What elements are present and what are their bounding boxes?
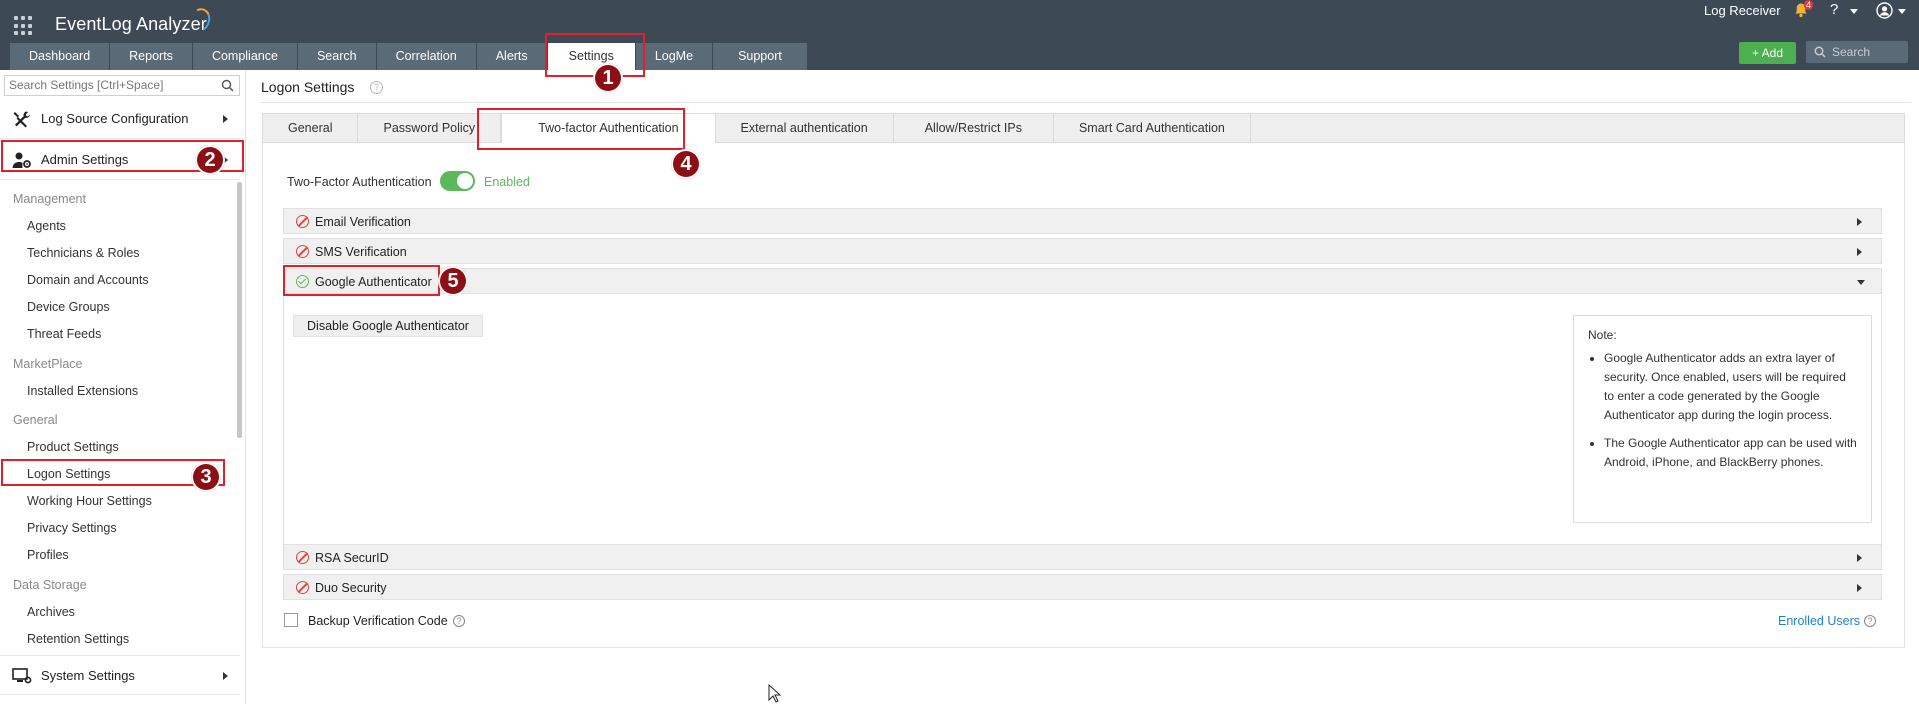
nav-tab-search[interactable]: Search [297,43,376,70]
sidebar-group-marketplace: MarketPlace [13,357,83,371]
nav-tab-correlation[interactable]: Correlation [376,43,476,70]
sidebar-item-threat-feeds[interactable]: Threat Feeds [27,327,101,341]
sidebar-item-agents[interactable]: Agents [27,219,66,233]
disable-google-authenticator-button[interactable]: Disable Google Authenticator [293,315,483,337]
chevron-down-icon [1857,280,1865,285]
nav-tab-reports[interactable]: Reports [110,43,192,70]
sidebar-item-device-groups[interactable]: Device Groups [27,300,110,314]
main-nav: Dashboard Reports Compliance Search Corr… [10,43,808,70]
step-marker-3: 3 [191,462,221,492]
search-icon [221,79,234,92]
help-icon[interactable]: ? [1830,1,1838,18]
sidebar-group-general: General [13,413,58,427]
nav-tab-alerts[interactable]: Alerts [476,43,547,70]
settings-search-placeholder: Search Settings [Ctrl+Space] [9,78,164,92]
sidebar-section-system[interactable]: System Settings [0,655,240,695]
note-item: Google Authenticator adds an extra layer… [1604,349,1857,425]
nav-tab-logme[interactable]: LogMe [635,43,713,70]
nav-tab-support[interactable]: Support [713,43,807,70]
highlight-two-factor-tab [477,108,685,150]
note-list: Google Authenticator adds an extra layer… [1604,349,1857,472]
method-rsa-securid[interactable]: RSA SecurID [283,544,1882,570]
method-email-verification[interactable]: Email Verification [283,208,1882,234]
nav-tab-dashboard[interactable]: Dashboard [10,43,110,70]
sidebar-scrollbar[interactable] [237,182,242,438]
sidebar-item-privacy[interactable]: Privacy Settings [27,521,117,535]
global-search-placeholder: Search [1832,45,1871,59]
chevron-right-icon [1857,248,1862,256]
sidebar-group-management: Management [13,192,86,206]
settings-search-input[interactable]: Search Settings [Ctrl+Space] [4,75,240,96]
nav-tab-compliance[interactable]: Compliance [192,43,297,70]
help-icon[interactable]: ? [1864,615,1876,627]
note-title: Note: [1588,328,1617,342]
enrolled-users-link[interactable]: Enrolled Users [1778,614,1860,628]
sidebar-item-archives[interactable]: Archives [27,605,75,619]
chevron-right-icon [223,115,228,123]
tools-icon [13,111,30,128]
help-icon[interactable]: ? [453,615,465,627]
sidebar-section-label: System Settings [41,668,135,683]
page-title: Logon Settings [261,79,355,95]
step-marker-4: 4 [671,149,701,179]
sidebar-section-label: Log Source Configuration [41,111,189,126]
backup-verification-label: Backup Verification Code [308,614,448,628]
step-marker-2: 2 [195,145,225,175]
sidebar-item-domain[interactable]: Domain and Accounts [27,273,149,287]
two-factor-toggle[interactable] [440,171,475,191]
chevron-right-icon [1857,218,1862,226]
note-item: The Google Authenticator app can be used… [1604,434,1857,472]
disabled-icon [296,581,309,594]
sidebar-section-log-source[interactable]: Log Source Configuration [0,99,240,139]
method-label: Duo Security [315,581,387,595]
title-divider [261,102,1911,103]
tab-smart-card-authentication[interactable]: Smart Card Authentication [1054,114,1251,142]
chevron-right-icon [223,672,228,680]
sidebar-item-product-settings[interactable]: Product Settings [27,440,119,454]
tab-general[interactable]: General [263,114,359,142]
note-box: Note: Google Authenticator adds an extra… [1573,315,1872,523]
method-google-authenticator[interactable]: Google Authenticator [283,268,1882,294]
monitor-gear-icon [12,668,32,684]
add-button[interactable]: + Add [1739,42,1796,64]
help-icon[interactable]: ? [370,81,383,94]
user-caret-icon[interactable] [1898,9,1906,14]
app-logo: EventLog Analyzer [55,14,207,34]
search-icon [1814,46,1826,58]
backup-verification-checkbox[interactable] [284,613,298,627]
two-factor-status: Enabled [484,175,530,189]
sidebar-item-retention[interactable]: Retention Settings [27,632,129,646]
method-sms-verification[interactable]: SMS Verification [283,238,1882,264]
app-header: EventLog Analyzer Log Receiver 4 ? Dashb… [0,0,1919,70]
method-label: SMS Verification [315,245,407,259]
method-duo-security[interactable]: Duo Security [283,574,1882,600]
sidebar-item-installed-extensions[interactable]: Installed Extensions [27,384,138,398]
help-caret-icon[interactable] [1850,9,1858,14]
sidebar-item-profiles[interactable]: Profiles [27,548,69,562]
step-marker-5: 5 [438,266,468,296]
sidebar-item-technicians[interactable]: Technicians & Roles [27,246,140,260]
highlight-google-authenticator [283,265,440,296]
method-label: Email Verification [315,215,411,229]
tab-external-authentication[interactable]: External authentication [716,114,894,142]
step-marker-1: 1 [593,63,623,93]
chevron-right-icon [1857,584,1862,592]
disabled-icon [296,215,309,228]
disabled-icon [296,245,309,258]
log-receiver-link[interactable]: Log Receiver [1704,3,1781,18]
disabled-icon [296,551,309,564]
mouse-cursor-icon [768,684,781,703]
two-factor-label: Two-Factor Authentication [287,175,432,189]
notification-badge: 4 [1804,0,1814,10]
global-search-input[interactable]: Search [1806,41,1908,63]
user-avatar-icon[interactable] [1876,2,1893,19]
chevron-right-icon [1857,554,1862,562]
sidebar-item-working-hour[interactable]: Working Hour Settings [27,494,152,508]
sidebar-group-data-storage: Data Storage [13,578,87,592]
method-label: RSA SecurID [315,551,389,565]
tab-allow-restrict-ips[interactable]: Allow/Restrict IPs [894,114,1054,142]
app-launcher-icon[interactable] [14,16,34,36]
